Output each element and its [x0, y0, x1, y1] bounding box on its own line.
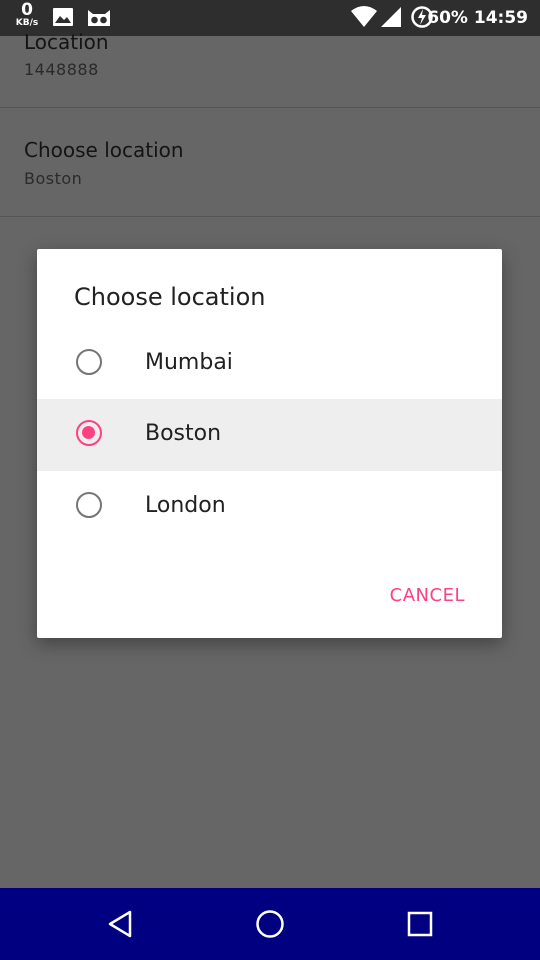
battery-time-text: 60% 14:59	[427, 8, 528, 28]
option-london[interactable]: London	[37, 471, 502, 543]
network-speed: 0 KB/s	[12, 2, 42, 28]
image-icon	[53, 8, 73, 26]
radio-button[interactable]	[76, 349, 102, 375]
option-mumbai[interactable]: Mumbai	[37, 328, 502, 400]
wifi-icon	[351, 6, 377, 27]
pref-location[interactable]: Location 1448888	[0, 30, 540, 108]
cancel-button[interactable]: CANCEL	[390, 585, 465, 606]
back-icon[interactable]	[104, 908, 136, 940]
navigation-bar	[0, 888, 540, 960]
pref-choose-location[interactable]: Choose location Boston	[0, 108, 540, 217]
network-speed-value: 0	[21, 0, 33, 20]
home-icon[interactable]	[254, 908, 286, 940]
pref-title: Choose location	[24, 138, 184, 162]
dialog-title: Choose location	[74, 283, 266, 311]
option-label: Mumbai	[145, 350, 233, 375]
choose-location-dialog: Choose location Mumbai Boston London CAN…	[37, 249, 502, 638]
pref-title: Location	[24, 30, 109, 54]
option-label: Boston	[145, 421, 222, 446]
cat-face-icon	[88, 10, 110, 26]
radio-button[interactable]	[76, 492, 102, 518]
signal-icon	[381, 7, 401, 27]
option-boston[interactable]: Boston	[37, 399, 502, 471]
option-label: London	[145, 493, 226, 518]
pref-summary: Boston	[24, 169, 83, 188]
pref-summary: 1448888	[24, 60, 99, 79]
radio-button-checked[interactable]	[76, 420, 102, 446]
network-speed-unit: KB/s	[15, 18, 39, 28]
radio-dot	[82, 426, 95, 439]
recents-icon[interactable]	[404, 908, 436, 940]
